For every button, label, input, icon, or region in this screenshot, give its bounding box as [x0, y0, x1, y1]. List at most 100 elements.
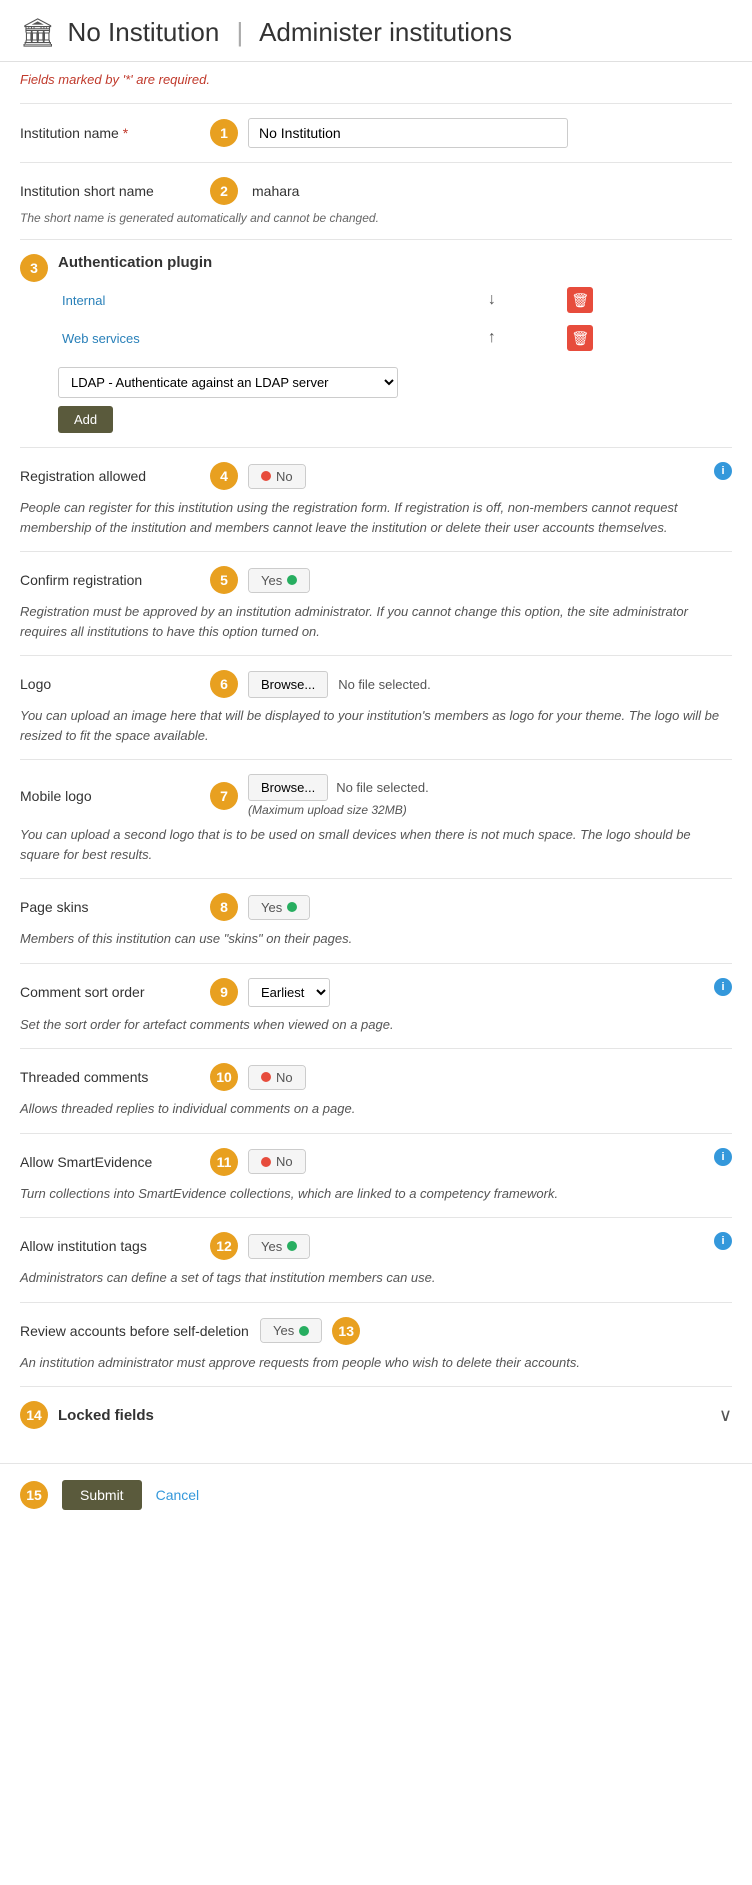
smart-evidence-description: Turn collections into SmartEvidence coll…	[20, 1184, 714, 1204]
smart-evidence-label: Allow SmartEvidence	[20, 1154, 200, 1170]
locked-fields-chevron-icon: ∨	[719, 1405, 732, 1426]
logo-label: Logo	[20, 676, 200, 692]
cancel-link[interactable]: Cancel	[156, 1487, 200, 1503]
shortname-value: mahara	[252, 183, 299, 199]
registration-no-label: No	[276, 469, 293, 484]
confirm-registration-toggle[interactable]: Yes	[248, 568, 310, 593]
institution-name-heading: No Institution	[68, 17, 220, 47]
review-accounts-yes-label: Yes	[273, 1323, 294, 1338]
mobile-logo-label: Mobile logo	[20, 788, 200, 804]
required-star: *	[123, 125, 128, 141]
auth-add-button[interactable]: Add	[58, 406, 113, 433]
step-badge-5: 5	[210, 566, 238, 594]
auth-webservices-up-arrow[interactable]: ↑	[488, 329, 496, 346]
locked-fields-row[interactable]: 14 Locked fields ∨	[20, 1386, 732, 1443]
required-note: Fields marked by '*' are required.	[20, 72, 732, 87]
mobile-logo-browse-button[interactable]: Browse...	[248, 774, 328, 801]
institution-tags-yes-label: Yes	[261, 1239, 282, 1254]
confirm-registration-row: Confirm registration 5 Yes Registration …	[20, 551, 732, 655]
institution-name-row: Institution name * 1	[20, 103, 732, 162]
form-container: Fields marked by '*' are required. Insti…	[0, 72, 752, 1463]
auth-internal-down-arrow[interactable]: ↓	[488, 291, 496, 308]
threaded-comments-toggle[interactable]: No	[248, 1065, 306, 1090]
confirm-registration-description: Registration must be approved by an inst…	[20, 602, 732, 641]
red-dot-smart	[261, 1157, 271, 1167]
smart-evidence-info-icon[interactable]: i	[714, 1148, 732, 1166]
auth-plugin-table: Internal ↓ 🗑 Web services ↑ 🗑	[58, 281, 732, 357]
step-badge-12: 12	[210, 1232, 238, 1260]
registration-allowed-description: People can register for this institution…	[20, 498, 714, 537]
step-badge-3: 3	[20, 254, 48, 282]
step-badge-4: 4	[210, 462, 238, 490]
auth-webservices-delete-btn[interactable]: 🗑	[567, 325, 593, 351]
comment-sort-label: Comment sort order	[20, 984, 200, 1000]
mobile-logo-row: Mobile logo 7 Browse... No file selected…	[20, 759, 732, 878]
auth-plugin-select[interactable]: LDAP - Authenticate against an LDAP serv…	[58, 367, 398, 398]
registration-no-option[interactable]: No	[249, 465, 305, 488]
page-skins-yes-option[interactable]: Yes	[249, 896, 309, 919]
header-separator: |	[237, 17, 244, 47]
logo-row: Logo 6 Browse... No file selected. You c…	[20, 655, 732, 759]
step-badge-1: 1	[210, 119, 238, 147]
page-skins-toggle[interactable]: Yes	[248, 895, 310, 920]
institution-shortname-row: Institution short name 2 mahara The shor…	[20, 162, 732, 239]
comment-sort-select[interactable]: Earliest Latest	[248, 978, 330, 1007]
institution-tags-toggle[interactable]: Yes	[248, 1234, 310, 1259]
page-header: 🏛 No Institution | Administer institutio…	[0, 0, 752, 62]
threaded-no-label: No	[276, 1070, 293, 1085]
step-badge-8: 8	[210, 893, 238, 921]
step-badge-10: 10	[210, 1063, 238, 1091]
step-badge-14: 14	[20, 1401, 48, 1429]
registration-allowed-label: Registration allowed	[20, 468, 200, 484]
locked-fields-label: Locked fields	[58, 1407, 154, 1424]
institution-tags-info-icon[interactable]: i	[714, 1232, 732, 1250]
auth-plugin-webservices: Web services ↑ 🗑	[58, 319, 732, 357]
review-accounts-yes-option[interactable]: Yes	[261, 1319, 321, 1342]
review-accounts-row: Review accounts before self-deletion Yes…	[20, 1302, 732, 1387]
institution-tags-description: Administrators can define a set of tags …	[20, 1268, 714, 1288]
step-badge-11: 11	[210, 1148, 238, 1176]
logo-no-file: No file selected.	[338, 677, 431, 692]
step-badge-15: 15	[20, 1481, 48, 1509]
review-accounts-toggle[interactable]: Yes	[260, 1318, 322, 1343]
smart-evidence-no-label: No	[276, 1154, 293, 1169]
registration-info-icon[interactable]: i	[714, 462, 732, 480]
green-dot-review	[299, 1326, 309, 1336]
page-skins-label: Page skins	[20, 899, 200, 915]
auth-plugin-label: Authentication plugin	[58, 254, 732, 271]
logo-browse-button[interactable]: Browse...	[248, 671, 328, 698]
institution-tags-yes-option[interactable]: Yes	[249, 1235, 309, 1258]
comment-sort-info-icon[interactable]: i	[714, 978, 732, 996]
smart-evidence-no-option[interactable]: No	[249, 1150, 305, 1173]
confirm-yes-option[interactable]: Yes	[249, 569, 309, 592]
review-accounts-label: Review accounts before self-deletion	[20, 1323, 250, 1339]
threaded-no-option[interactable]: No	[249, 1066, 305, 1089]
threaded-comments-row: Threaded comments 10 No Allows threaded …	[20, 1048, 732, 1133]
registration-allowed-row: Registration allowed 4 No People can reg…	[20, 447, 732, 551]
smart-evidence-row: Allow SmartEvidence 11 No Turn collectio…	[20, 1133, 732, 1218]
mobile-logo-max-upload: (Maximum upload size 32MB)	[248, 803, 429, 817]
comment-sort-description: Set the sort order for artefact comments…	[20, 1015, 714, 1035]
institution-tags-row: Allow institution tags 12 Yes Administra…	[20, 1217, 732, 1302]
comment-sort-row: Comment sort order 9 Earliest Latest Set…	[20, 963, 732, 1049]
green-dot	[287, 575, 297, 585]
auth-internal-delete-btn[interactable]: 🗑	[567, 287, 593, 313]
mobile-logo-no-file: No file selected.	[336, 780, 429, 795]
institution-tags-label: Allow institution tags	[20, 1238, 200, 1254]
step-badge-9: 9	[210, 978, 238, 1006]
registration-allowed-toggle[interactable]: No	[248, 464, 306, 489]
page-skins-yes-label: Yes	[261, 900, 282, 915]
page-title: Administer institutions	[259, 17, 512, 47]
step-badge-7: 7	[210, 782, 238, 810]
step-badge-2: 2	[210, 177, 238, 205]
form-footer: 15 Submit Cancel	[0, 1463, 752, 1526]
smart-evidence-toggle[interactable]: No	[248, 1149, 306, 1174]
shortname-hint: The short name is generated automaticall…	[20, 211, 732, 225]
page-skins-description: Members of this institution can use "ski…	[20, 929, 732, 949]
auth-plugin-row: 3 Authentication plugin Internal ↓ 🗑 Web…	[20, 239, 732, 447]
institution-name-input[interactable]	[248, 118, 568, 148]
page-skins-row: Page skins 8 Yes Members of this institu…	[20, 878, 732, 963]
step-badge-6: 6	[210, 670, 238, 698]
submit-button[interactable]: Submit	[62, 1480, 142, 1510]
institution-name-label: Institution name *	[20, 125, 200, 141]
